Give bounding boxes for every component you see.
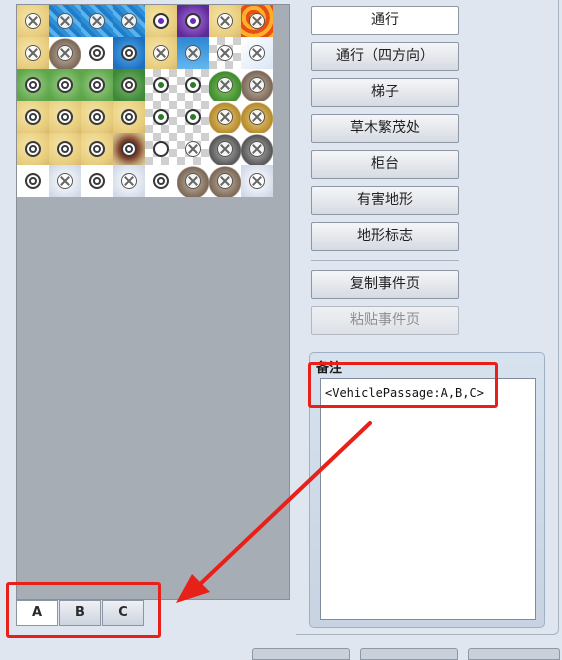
tileset-editor-window: A B C 通行 通行（四方向） 梯子 草木繁茂处 柜台 有害地形 地形标志 复… [0, 0, 562, 660]
annotation-arrow [176, 421, 372, 603]
bottom-button-2[interactable] [360, 648, 458, 660]
bottom-button-1[interactable] [252, 648, 350, 660]
bottom-button-3[interactable] [468, 648, 560, 660]
